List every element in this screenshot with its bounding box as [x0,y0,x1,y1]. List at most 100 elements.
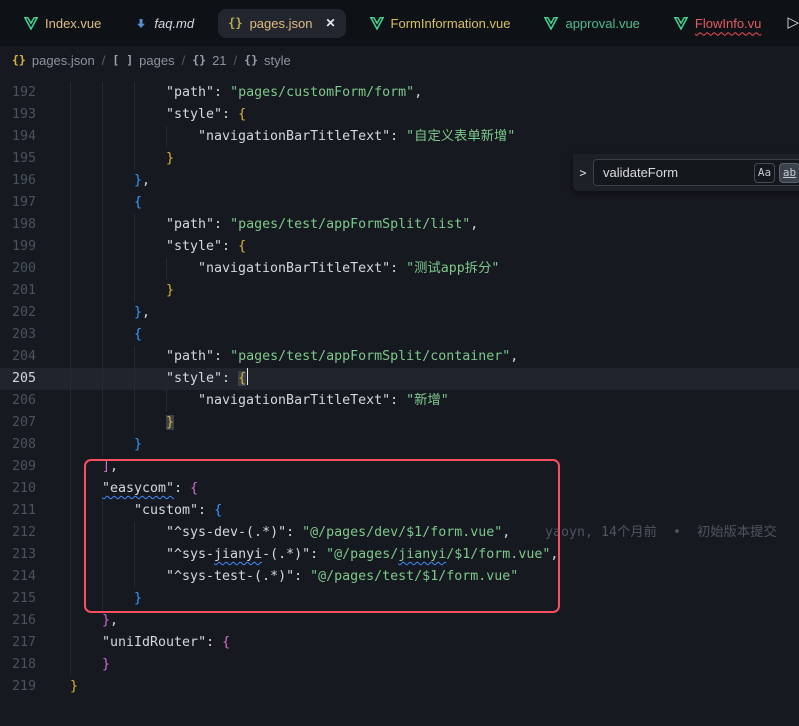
line-number: 213 [0,544,52,566]
breadcrumb-separator: / [234,53,238,68]
indent-guides [70,610,102,632]
line-content: "uniIdRouter": { [52,632,230,654]
indent-guides [70,280,166,302]
tab-flowinfo-vu[interactable]: FlowInfo.vu [664,9,771,38]
line-content: }, [52,302,150,324]
line-number: 210 [0,478,52,500]
line-number: 201 [0,280,52,302]
line-content: } [52,654,110,676]
code-line-217[interactable]: 217"uniIdRouter": { [0,632,799,654]
indent-guides [70,654,102,676]
tab-approval-vue[interactable]: approval.vue [534,9,649,38]
line-number: 200 [0,258,52,280]
indent-guides [70,258,198,280]
indent-guides [70,478,102,500]
breadcrumb-item-style[interactable]: {}style [244,53,291,68]
indent-guides [70,456,102,478]
code-line-192[interactable]: 192"path": "pages/customForm/form", [0,82,799,104]
tab-faq-md[interactable]: faq.md [125,9,204,38]
code-line-202[interactable]: 202}, [0,302,799,324]
code-line-216[interactable]: 216}, [0,610,799,632]
line-content: "style": { [52,104,246,126]
indent-guides [70,170,134,192]
line-content: } [52,412,174,434]
code-line-204[interactable]: 204"path": "pages/test/appFormSplit/cont… [0,346,799,368]
symbol-icon: {} [12,53,26,67]
line-content: }, [52,610,118,632]
line-number: 207 [0,412,52,434]
code-line-194[interactable]: 194"navigationBarTitleText": "自定义表单新增" [0,126,799,148]
indent-guides [70,588,134,610]
code-line-198[interactable]: 198"path": "pages/test/appFormSplit/list… [0,214,799,236]
text-cursor [247,368,249,385]
code-line-212[interactable]: 212yaoyn, 14个月前 • 初始版本提交"^sys-dev-(.*)":… [0,522,799,544]
indent-guides [70,302,134,324]
find-widget: > Aa ab .* [572,154,799,192]
code-line-201[interactable]: 201} [0,280,799,302]
vue-icon [544,17,558,30]
markdown-arrow-icon [135,17,147,30]
indent-guides [70,368,166,390]
line-content: ], [52,456,118,478]
line-content: "path": "pages/test/appFormSplit/contain… [52,346,518,368]
line-number: 218 [0,654,52,676]
line-content: "easycom": { [52,478,198,500]
code-line-203[interactable]: 203{ [0,324,799,346]
line-number: 212 [0,522,52,544]
line-content: } [52,588,142,610]
indent-guides [70,390,198,412]
line-content: "navigationBarTitleText": "新增" [52,390,449,412]
code-line-208[interactable]: 208} [0,434,799,456]
code-line-213[interactable]: 213"^sys-jianyi-(.*)": "@/pages/jianyi/$… [0,544,799,566]
match-case-button[interactable]: Aa [754,163,775,183]
run-button-icon[interactable]: ▷ [787,13,799,31]
code-line-219[interactable]: 219} [0,676,799,698]
code-line-218[interactable]: 218} [0,654,799,676]
tab-label: FormInformation.vue [391,16,511,31]
breadcrumb-item-pages-json[interactable]: {}pages.json [12,53,95,68]
code-line-209[interactable]: 209], [0,456,799,478]
line-number: 214 [0,566,52,588]
indent-guides [70,522,166,544]
indent-guides [70,214,166,236]
tab-label: approval.vue [565,16,639,31]
line-content: "^sys-dev-(.*)": "@/pages/dev/$1/form.vu… [52,522,510,544]
breadcrumb-item-21[interactable]: {}21 [192,53,226,68]
code-line-199[interactable]: 199"style": { [0,236,799,258]
vue-icon [24,17,38,30]
code-line-207[interactable]: 207} [0,412,799,434]
close-icon[interactable]: ✕ [325,16,335,30]
code-editor[interactable]: 192"path": "pages/customForm/form",193"s… [0,74,799,726]
line-number: 202 [0,302,52,324]
indent-guides [70,544,166,566]
tab-label: FlowInfo.vu [695,16,761,31]
line-content: { [52,192,142,214]
tab-label: pages.json [250,16,313,31]
code-line-197[interactable]: 197{ [0,192,799,214]
line-content: "style": { [52,368,248,390]
symbol-icon: {} [192,53,206,67]
breadcrumb: {}pages.json/[ ]pages/{}21/{}style [0,46,799,74]
line-content: { [52,324,142,346]
indent-guides [70,566,166,588]
find-expand-toggle-icon[interactable]: > [573,166,593,180]
code-line-214[interactable]: 214"^sys-test-(.*)": "@/pages/test/$1/fo… [0,566,799,588]
whole-word-button[interactable]: ab [779,163,799,183]
tab-pages-json[interactable]: {}pages.json✕ [218,9,345,38]
code-line-206[interactable]: 206"navigationBarTitleText": "新增" [0,390,799,412]
line-content: "navigationBarTitleText": "测试app拆分" [52,258,499,280]
code-line-210[interactable]: 210"easycom": { [0,478,799,500]
code-line-211[interactable]: 211"custom": { [0,500,799,522]
indent-guides [70,500,134,522]
tab-forminformation-vue[interactable]: FormInformation.vue [360,9,521,38]
code-line-200[interactable]: 200"navigationBarTitleText": "测试app拆分" [0,258,799,280]
tab-index-vue[interactable]: Index.vue [14,9,111,38]
breadcrumb-item-pages[interactable]: [ ]pages [112,53,174,68]
line-content: "style": { [52,236,246,258]
line-number: 192 [0,82,52,104]
vue-icon [674,17,688,30]
code-line-215[interactable]: 215} [0,588,799,610]
vue-icon [370,17,384,30]
code-line-205[interactable]: 205"style": { [0,368,799,390]
code-line-193[interactable]: 193"style": { [0,104,799,126]
